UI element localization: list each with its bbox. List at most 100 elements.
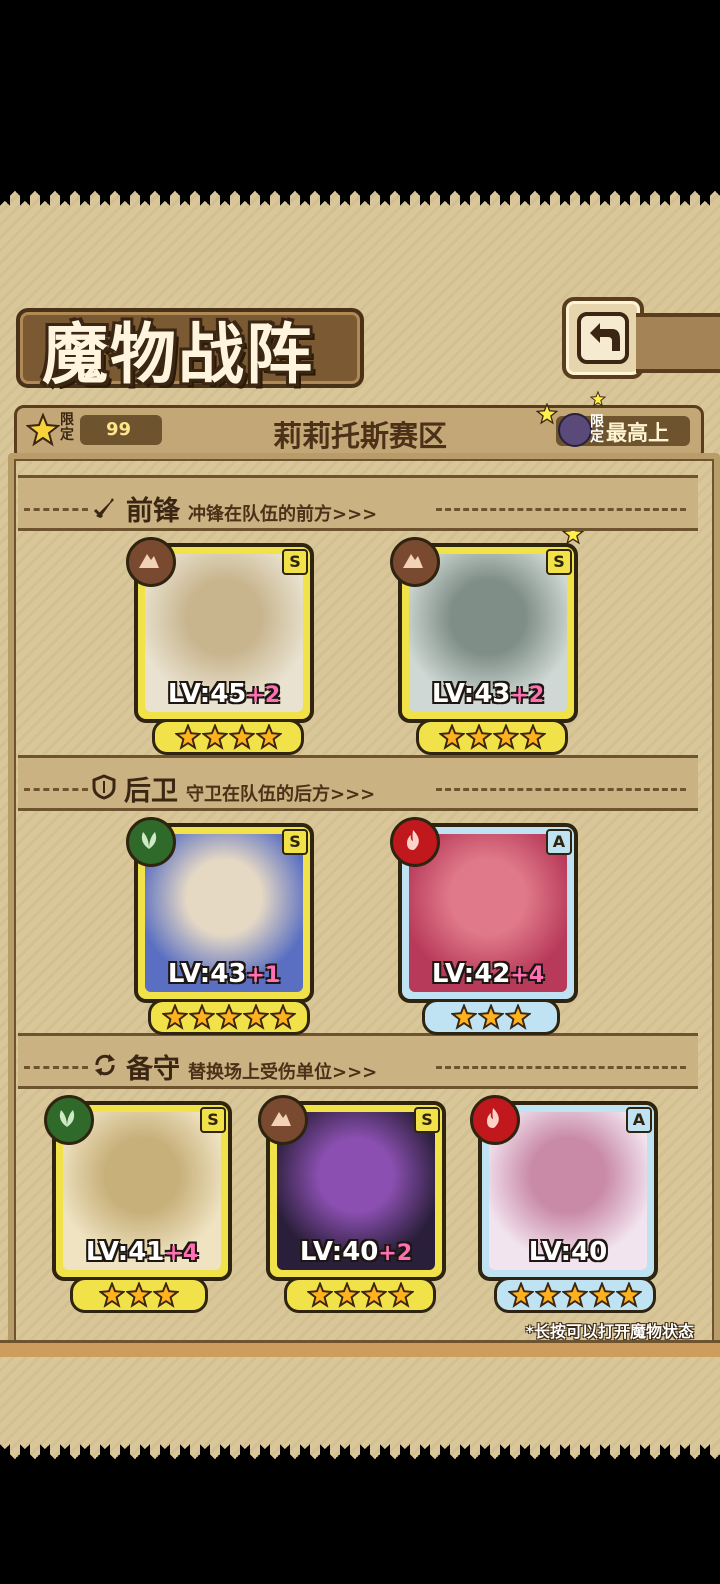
level-bonus: +2 xyxy=(510,683,545,708)
star-icon xyxy=(269,1002,297,1030)
section-header-front: 前锋 冲锋在队伍的前方>>> xyxy=(92,489,377,528)
section-desc: 守卫在队伍的后方>>> xyxy=(186,784,376,805)
star-icon xyxy=(152,1280,180,1308)
sparkle-star-icon xyxy=(590,391,606,407)
formation-panel: 魔物战阵 限定 99 莉莉托斯赛区 限定 最高上 前锋 冲锋在队伍的前方>>> … xyxy=(0,185,720,1465)
right-limit-label: 限定 xyxy=(590,414,604,445)
level-label: LV:45+2 xyxy=(138,679,310,709)
sparkle-star-icon xyxy=(536,403,558,425)
level-label: LV:43+2 xyxy=(402,679,574,709)
shield-icon xyxy=(92,774,116,800)
star-icon xyxy=(125,1280,153,1308)
level-label: LV:42+4 xyxy=(402,959,574,989)
section-name: 后卫 xyxy=(124,776,178,807)
rank-badge: S xyxy=(282,829,308,855)
star-rating xyxy=(284,1277,436,1313)
section-name: 备守 xyxy=(126,1054,180,1085)
dash-line xyxy=(24,508,88,511)
star-icon xyxy=(588,1280,616,1308)
monster-avatar-icon xyxy=(558,413,592,447)
earth-element-icon xyxy=(390,537,440,587)
page-title: 魔物战阵 xyxy=(42,315,314,393)
star-icon xyxy=(305,1280,334,1308)
fire-element-icon xyxy=(390,817,440,867)
sword-icon xyxy=(93,498,114,519)
section-name: 前锋 xyxy=(126,496,180,527)
star-rating xyxy=(148,999,310,1035)
wood-element-icon xyxy=(126,817,176,867)
star-icon xyxy=(491,722,520,750)
section-header-back: 后卫 守卫在队伍的后方>>> xyxy=(92,769,375,808)
star-icon xyxy=(215,1002,243,1030)
star-icon xyxy=(242,1002,270,1030)
dash-line xyxy=(24,1066,88,1069)
monster-card[interactable]: S LV:41+4 xyxy=(44,1095,232,1281)
back-button[interactable] xyxy=(562,297,644,379)
back-button-tail xyxy=(636,313,720,373)
dash-line xyxy=(436,1066,686,1069)
dash-line xyxy=(436,788,686,791)
highest-label: 最高上 xyxy=(606,421,669,445)
star-icon xyxy=(561,1280,589,1308)
dash-line xyxy=(436,508,686,511)
star-icon xyxy=(227,722,256,750)
level-label: LV:41+4 xyxy=(56,1237,228,1267)
level-bonus: +4 xyxy=(510,963,545,988)
torn-edge-top xyxy=(0,185,720,207)
star-icon xyxy=(98,1280,126,1308)
swap-icon xyxy=(95,1054,115,1076)
rank-badge: S xyxy=(200,1107,226,1133)
monster-card[interactable]: S LV:43+2 xyxy=(390,537,578,723)
star-icon xyxy=(386,1280,415,1308)
star-rating xyxy=(416,719,568,755)
monster-card[interactable]: A LV:40 xyxy=(470,1095,658,1281)
monster-card[interactable]: S LV:45+2 xyxy=(126,537,314,723)
rank-badge: S xyxy=(546,549,572,575)
level-bonus: +1 xyxy=(246,963,281,988)
level-value: LV:43 xyxy=(431,679,511,709)
star-icon xyxy=(450,1002,478,1030)
rank-badge: A xyxy=(546,829,572,855)
level-label: LV:40+2 xyxy=(270,1237,442,1267)
star-icon xyxy=(359,1280,388,1308)
monster-card[interactable]: S LV:43+1 xyxy=(126,817,314,1003)
torn-edge-bottom xyxy=(0,1443,720,1465)
section-desc: 冲锋在队伍的前方>>> xyxy=(188,504,378,525)
dash-line xyxy=(24,788,88,791)
section-desc: 替换场上受伤单位>>> xyxy=(188,1062,378,1083)
earth-element-icon xyxy=(258,1095,308,1145)
star-rating xyxy=(70,1277,208,1313)
star-icon xyxy=(504,1002,532,1030)
rank-badge: S xyxy=(282,549,308,575)
level-value: LV:45 xyxy=(167,679,247,709)
level-value: LV:40 xyxy=(299,1237,379,1267)
star-icon xyxy=(437,722,466,750)
star-icon xyxy=(332,1280,361,1308)
star-icon xyxy=(254,722,283,750)
rank-badge: S xyxy=(414,1107,440,1133)
rank-badge: A xyxy=(626,1107,652,1133)
level-bonus: +4 xyxy=(164,1241,199,1266)
star-icon xyxy=(188,1002,216,1030)
level-value: LV:43 xyxy=(167,959,247,989)
star-rating xyxy=(422,999,560,1035)
fire-element-icon xyxy=(470,1095,520,1145)
level-label: LV:40 xyxy=(482,1237,654,1267)
star-icon xyxy=(464,722,493,750)
star-rating xyxy=(494,1277,656,1313)
level-label: LV:43+1 xyxy=(138,959,310,989)
footnote: *长按可以打开魔物状态 xyxy=(525,1322,694,1341)
level-value: LV:40 xyxy=(528,1237,608,1267)
level-value: LV:42 xyxy=(431,959,511,989)
star-icon xyxy=(507,1280,535,1308)
monster-card[interactable]: S LV:40+2 xyxy=(258,1095,446,1281)
section-header-reserve: 备守 替换场上受伤单位>>> xyxy=(92,1047,377,1086)
monster-card[interactable]: A LV:42+4 xyxy=(390,817,578,1003)
star-icon xyxy=(161,1002,189,1030)
back-arrow-icon xyxy=(577,312,629,364)
star-icon xyxy=(173,722,202,750)
star-icon xyxy=(534,1280,562,1308)
star-icon xyxy=(518,722,547,750)
level-value: LV:41 xyxy=(85,1237,165,1267)
earth-element-icon xyxy=(126,537,176,587)
